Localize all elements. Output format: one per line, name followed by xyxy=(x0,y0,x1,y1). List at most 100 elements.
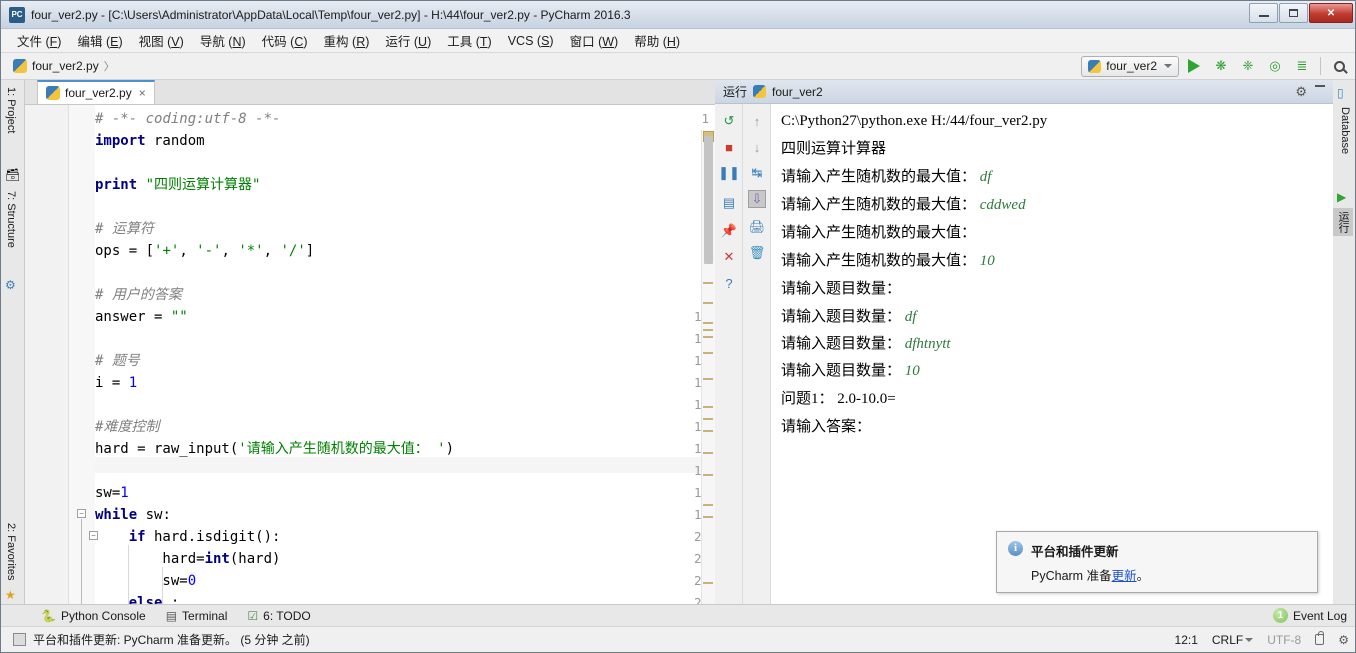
down-icon[interactable]: ↓ xyxy=(748,138,766,156)
menu-view[interactable]: 视图 (V) xyxy=(131,28,192,53)
pin-icon[interactable]: 📌 xyxy=(720,222,738,240)
notification-body-prefix: PyCharm 准备 xyxy=(1031,569,1112,583)
sidebar-item-structure[interactable]: 7: Structure xyxy=(3,188,19,251)
menu-edit-mnemonic: E xyxy=(110,35,119,49)
bottom-item-terminal[interactable]: ▤ Terminal xyxy=(156,609,238,623)
warning-marker[interactable] xyxy=(703,352,713,354)
coverage-button[interactable]: ❈ xyxy=(1236,55,1260,77)
code-editor[interactable]: 1 2 3 4 5 6 7 8 9 10 11 12 13 14 15 16 1… xyxy=(25,105,715,604)
run-configuration-selector[interactable]: four_ver2 xyxy=(1081,55,1179,77)
console-run-icon: ≣ xyxy=(1296,58,1308,73)
python-file-icon xyxy=(46,86,60,100)
scrollbar-thumb[interactable] xyxy=(704,136,713,264)
scroll-to-end-icon[interactable]: ⇩ xyxy=(748,190,766,208)
sidebar-item-database[interactable]: Database xyxy=(1337,104,1353,157)
help-icon[interactable]: ? xyxy=(720,274,738,292)
menu-tools[interactable]: 工具 (T) xyxy=(439,28,499,53)
warning-marker[interactable] xyxy=(703,418,713,420)
caret-position[interactable]: 12:1 xyxy=(1175,633,1198,647)
clear-all-icon[interactable]: 🗑 xyxy=(748,244,766,262)
status-message[interactable]: 平台和插件更新: PyCharm 准备更新。 (5 分钟 之前) xyxy=(13,631,310,648)
menu-edit[interactable]: 编辑 (E) xyxy=(69,28,130,53)
close-icon[interactable]: ✕ xyxy=(720,248,738,266)
menu-run[interactable]: 运行 (U) xyxy=(377,28,439,53)
menu-window[interactable]: 窗口 (W) xyxy=(562,28,627,53)
menu-help-label: 帮助 xyxy=(634,35,660,49)
menu-vcs[interactable]: VCS (S) xyxy=(500,31,562,51)
fold-toggle-if[interactable]: − xyxy=(89,531,98,540)
file-encoding[interactable]: UTF-8 xyxy=(1267,633,1301,647)
bottom-item-python-console[interactable]: 🐍 Python Console xyxy=(31,609,156,623)
minimize-button[interactable] xyxy=(1249,3,1278,23)
close-button[interactable]: ✕ xyxy=(1309,3,1353,23)
rerun-icon[interactable]: ↺ xyxy=(720,112,738,130)
layout-icon[interactable]: ▤ xyxy=(720,194,738,212)
print-icon[interactable]: 🖨 xyxy=(748,218,766,236)
console-line: 请输入题目数量： xyxy=(781,280,901,299)
menu-code[interactable]: 代码 (C) xyxy=(254,28,316,53)
menu-file[interactable]: 文件 (F) xyxy=(9,28,69,53)
soft-wrap-icon[interactable]: ↹ xyxy=(748,164,766,182)
menu-help[interactable]: 帮助 (H) xyxy=(626,28,688,53)
warning-marker[interactable] xyxy=(703,452,713,454)
maximize-icon xyxy=(1289,9,1298,17)
star-icon: ★ xyxy=(5,588,16,602)
todo-icon: ☑ xyxy=(247,608,259,623)
event-log-button[interactable]: 1 Event Log xyxy=(1272,608,1347,623)
notification-balloon[interactable]: i 平台和插件更新 PyCharm 准备更新。 xyxy=(996,531,1318,593)
warning-marker[interactable] xyxy=(703,406,713,408)
console-line: 请输入题目数量： dfhtnytt xyxy=(781,335,951,354)
warning-marker[interactable] xyxy=(703,329,713,331)
debug-button[interactable]: ❋ xyxy=(1209,55,1233,77)
warning-marker[interactable] xyxy=(703,582,713,584)
warning-marker[interactable] xyxy=(703,336,713,338)
run-toolbar-left: ↺ ■ ❚❚ ▤ 📌 ✕ ? xyxy=(715,104,743,604)
sidebar-item-run[interactable]: 运行 xyxy=(1333,208,1353,236)
run-button[interactable] xyxy=(1182,55,1206,77)
profile-button[interactable]: ◎ xyxy=(1263,55,1287,77)
menu-refactor[interactable]: 重构 (R) xyxy=(316,28,378,53)
warning-marker[interactable] xyxy=(703,430,713,432)
line-separator[interactable]: CRLF xyxy=(1212,633,1254,647)
inspection-icon[interactable]: ⚙ xyxy=(1338,633,1349,647)
pause-icon[interactable]: ❚❚ xyxy=(718,164,740,182)
maximize-button[interactable] xyxy=(1279,3,1308,23)
console-output[interactable]: C:\Python27\python.exe H:/44/four_ver2.p… xyxy=(771,104,1333,604)
run-toolbar-right: ↑ ↓ ↹ ⇩ 🖨 🗑 xyxy=(743,104,771,604)
menu-refactor-mnemonic: R xyxy=(356,35,366,49)
sidebar-item-favorites[interactable]: 2: Favorites xyxy=(3,520,19,583)
warning-marker[interactable] xyxy=(703,378,713,380)
warning-marker[interactable] xyxy=(703,302,713,304)
menu-vcs-mnemonic: S xyxy=(541,33,550,48)
menu-navigate-mnemonic: N xyxy=(232,35,242,49)
warning-marker[interactable] xyxy=(703,322,713,324)
stop-icon[interactable]: ■ xyxy=(720,138,738,156)
warning-marker[interactable] xyxy=(703,516,713,518)
editor-scrollbar[interactable] xyxy=(701,130,715,604)
up-icon[interactable]: ↑ xyxy=(748,112,766,130)
bottom-item-todo[interactable]: ☑ 6: TODO xyxy=(237,609,320,623)
gear-icon[interactable]: ⚙ xyxy=(1295,84,1307,100)
warning-marker[interactable] xyxy=(703,504,713,506)
console-line: C:\Python27\python.exe H:/44/four_ver2.p… xyxy=(781,112,1047,131)
minimize-icon[interactable] xyxy=(1315,85,1325,87)
close-icon[interactable]: × xyxy=(139,86,146,100)
minimize-icon xyxy=(1258,15,1269,17)
editor-tab-four-ver2[interactable]: four_ver2.py × xyxy=(37,80,155,104)
run-with-console-button[interactable]: ≣ xyxy=(1290,55,1314,77)
search-everywhere-button[interactable] xyxy=(1327,55,1351,77)
breadcrumb[interactable]: four_ver2.py 〉 xyxy=(13,58,115,74)
status-message-text: 平台和插件更新: PyCharm 准备更新。 (5 分钟 之前) xyxy=(33,633,310,647)
database-icon: ▯ xyxy=(1337,86,1344,100)
update-link[interactable]: 更新 xyxy=(1112,569,1137,583)
menu-bar: 文件 (F) 编辑 (E) 视图 (V) 导航 (N) 代码 (C) 重构 (R… xyxy=(1,28,1355,53)
sidebar-item-project[interactable]: 1: Project xyxy=(3,84,19,136)
fold-toggle-while[interactable]: − xyxy=(77,509,86,518)
console-prompt: 请输入产生随机数的最大值： xyxy=(781,197,980,213)
menu-navigate[interactable]: 导航 (N) xyxy=(192,28,254,53)
breadcrumb-file[interactable]: four_ver2.py xyxy=(32,59,99,73)
menu-edit-label: 编辑 xyxy=(77,35,103,49)
warning-marker[interactable] xyxy=(703,282,713,284)
lock-icon[interactable] xyxy=(1315,631,1325,645)
warning-marker[interactable] xyxy=(703,474,713,476)
